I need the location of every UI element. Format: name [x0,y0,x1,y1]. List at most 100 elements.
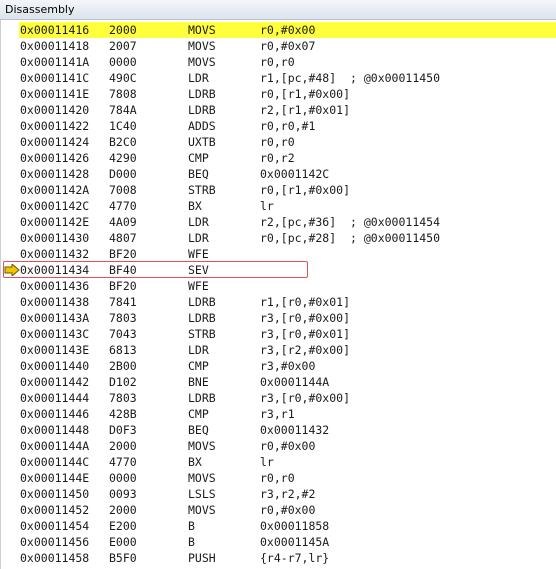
address: 0x0001142E [20,215,90,229]
opcode: 2B00 [109,359,137,373]
address: 0x00011430 [20,231,90,245]
operands: r0,[r1,#0x00] [260,183,351,197]
address: 0x00011444 [20,391,90,405]
mnemonic: WFE [188,247,209,261]
opcode: 0093 [109,487,137,501]
operands: 0x00011858 [260,519,330,533]
disassembly-row[interactable]: 0x00011426 4290 CMP r0,r2 [19,150,556,166]
disassembly-row[interactable]: 0x0001141A 0000 MOVS r0,r0 [19,54,556,70]
operands: lr [260,199,274,213]
disassembly-row[interactable]: 0x00011454 E200 B 0x00011858 [19,518,556,534]
operands: 0x0001142C [260,167,330,181]
operands: r3,r2,#2 [260,487,316,501]
mnemonic: CMP [188,359,209,373]
disassembly-row[interactable]: 0x00011442 D102 BNE 0x0001144A [19,374,556,390]
disassembly-row[interactable]: 0x00011436 BF20 WFE [19,278,556,294]
disassembly-row[interactable]: 0x0001144A 2000 MOVS r0,#0x00 [19,438,556,454]
opcode: E200 [109,519,137,533]
disassembly-row[interactable]: 0x00011456 E000 B 0x0001145A [19,534,556,550]
disassembly-row[interactable]: 0x0001142A 7008 STRB r0,[r1,#0x00] [19,182,556,198]
disassembly-row[interactable]: 0x00011440 2B00 CMP r3,#0x00 [19,358,556,374]
mnemonic: MOVS [188,439,216,453]
disassembly-row[interactable]: 0x00011450 0093 LSLS r3,r2,#2 [19,486,556,502]
disassembly-row[interactable]: 0x00011424 B2C0 UXTB r0,r0 [19,134,556,150]
operands: r0,[r1,#0x00] [260,87,351,101]
operands: r0,#0x07 [260,39,316,53]
disassembly-row[interactable]: 0x00011458 B5F0 PUSH {r4-r7,lr} [19,550,556,566]
address: 0x00011436 [20,279,90,293]
disassembly-row-highlighted[interactable]: 0x00011416 2000 MOVS r0,#0x00 [19,22,556,38]
operands: r0,r0 [260,55,295,69]
disassembly-row[interactable]: 0x00011430 4807 LDR r0,[pc,#28] ; @0x000114… [19,230,556,246]
opcode: 4770 [109,455,137,469]
address: 0x0001141C [20,71,90,85]
mnemonic: B [188,519,195,533]
disassembly-row[interactable]: 0x0001144C 4770 BX lr [19,454,556,470]
disassembly-listing[interactable]: 0x00011416 2000 MOVS r0,#0x00 0x00011418 2007… [19,22,556,566]
disassembly-row[interactable]: 0x00011418 2007 MOVS r0,#0x07 [19,38,556,54]
address: 0x0001143A [20,311,90,325]
operands: r0,r0 [260,135,295,149]
disassembly-row[interactable]: 0x0001143C 7043 STRB r3,[r0,#0x01] [19,326,556,342]
opcode: D102 [109,375,137,389]
mnemonic: MOVS [188,471,216,485]
operands: r0,r2 [260,151,295,165]
operands: r3,r1 [260,407,295,421]
operands: r2,[pc,#36] ; @0x00011454 [260,215,441,229]
disassembly-row[interactable]: 0x00011452 2000 MOVS r0,#0x00 [19,502,556,518]
opcode: 7803 [109,391,137,405]
operands: r1,[r0,#0x01] [260,295,351,309]
disassembly-row[interactable]: 0x0001141C 490C LDR r1,[pc,#48] ; @0x000114… [19,70,556,86]
mnemonic: UXTB [188,135,216,149]
mnemonic: BX [188,455,202,469]
mnemonic: LDRB [188,295,216,309]
mnemonic: MOVS [188,503,216,517]
address: 0x00011454 [20,519,90,533]
address: 0x00011416 [20,23,90,37]
disassembly-row[interactable]: 0x00011422 1C40 ADDS r0,r0,#1 [19,118,556,134]
operands: r0,#0x00 [260,503,316,517]
disassembly-row[interactable]: 0x00011448 D0F3 BEQ 0x00011432 [19,422,556,438]
window-title: Disassembly [5,3,75,16]
disassembly-row[interactable]: 0x00011432 BF20 WFE [19,246,556,262]
disassembly-row[interactable]: 0x00011428 D000 BEQ 0x0001142C [19,166,556,182]
opcode: B2C0 [109,135,137,149]
mnemonic: CMP [188,151,209,165]
address: 0x00011456 [20,535,90,549]
opcode: 428B [109,407,137,421]
disassembly-row[interactable]: 0x0001142E 4A09 LDR r2,[pc,#36] ; @0x000114… [19,214,556,230]
opcode: 4807 [109,231,137,245]
breakpoint-gutter[interactable] [1,20,19,569]
disassembly-row[interactable]: 0x00011420 784A LDRB r2,[r1,#0x01] [19,102,556,118]
address: 0x00011438 [20,295,90,309]
opcode: 6813 [109,343,137,357]
operands: r3,[r0,#0x01] [260,327,351,341]
opcode: B5F0 [109,551,137,565]
window-titlebar[interactable]: Disassembly [0,0,556,20]
mnemonic: CMP [188,407,209,421]
opcode: 0000 [109,471,137,485]
opcode: D0F3 [109,423,137,437]
operands: lr [260,455,274,469]
operands: r0,#0x00 [260,23,316,37]
disassembly-row[interactable]: 0x0001143A 7803 LDRB r3,[r0,#0x00] [19,310,556,326]
mnemonic: LDRB [188,87,216,101]
mnemonic: LDR [188,343,209,357]
disassembly-row[interactable]: 0x00011446 428B CMP r3,r1 [19,406,556,422]
address: 0x0001144C [20,455,90,469]
disassembly-row[interactable]: 0x0001143E 6813 LDR r3,[r2,#0x00] [19,342,556,358]
opcode: BF20 [109,247,137,261]
disassembly-row[interactable]: 0x0001142C 4770 BX lr [19,198,556,214]
disassembly-row[interactable]: 0x00011444 7803 LDRB r3,[r0,#0x00] [19,390,556,406]
mnemonic: LDR [188,71,209,85]
operands: r0,#0x00 [260,439,316,453]
disassembly-row[interactable]: 0x0001144E 0000 MOVS r0,r0 [19,470,556,486]
opcode: 2000 [109,439,137,453]
mnemonic: MOVS [188,39,216,53]
address: 0x00011418 [20,39,90,53]
address: 0x00011450 [20,487,90,501]
disassembly-row[interactable]: 0x00011438 7841 LDRB r1,[r0,#0x01] [19,294,556,310]
disassembly-row[interactable]: 0x0001141E 7808 LDRB r0,[r1,#0x00] [19,86,556,102]
address: 0x00011442 [20,375,90,389]
opcode: 490C [109,71,137,85]
